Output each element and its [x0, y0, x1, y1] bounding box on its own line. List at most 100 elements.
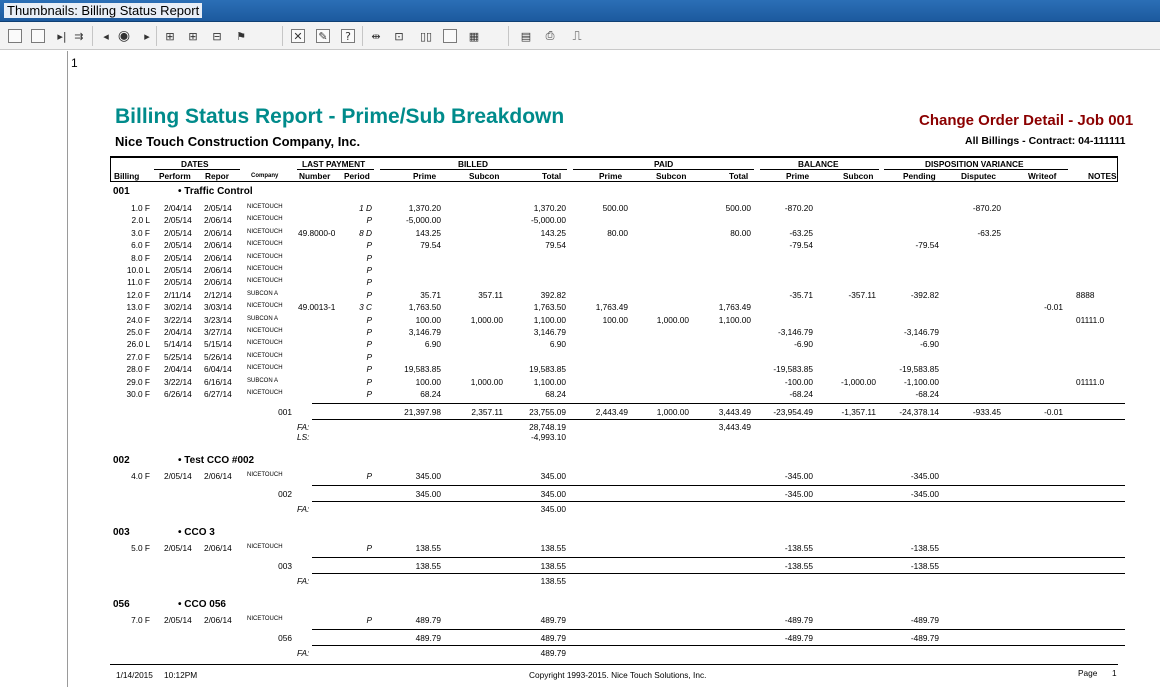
cell-rep: 5/15/14	[204, 339, 232, 349]
group-code: 056	[113, 599, 130, 610]
help-icon[interactable]: ?	[341, 29, 355, 43]
cell-bp: -5,000.00	[405, 215, 441, 225]
report-subtitle: Change Order Detail - Job 001	[919, 112, 1134, 129]
fit-page-icon[interactable]: ⊡	[389, 26, 409, 46]
print-icon[interactable]: ⎙	[540, 26, 560, 46]
cell-bill: 10.0 L	[126, 265, 150, 275]
subtotal-pend: -138.55	[910, 561, 939, 571]
edit-icon[interactable]: ✎	[316, 29, 330, 43]
group-code: 001	[113, 186, 130, 197]
subtotal-rule-top	[312, 629, 1125, 630]
cell-pend: -68.24	[915, 389, 939, 399]
close-icon[interactable]: ✕	[291, 29, 305, 43]
cell-co: NICETOUCH	[247, 472, 283, 478]
cell-co: NICETOUCH	[247, 340, 283, 346]
cell-per: P	[366, 543, 372, 553]
page-indicator: 1	[71, 56, 78, 70]
window-title: Thumbnails: Billing Status Report	[4, 3, 203, 18]
subtotal-pend: -345.00	[910, 489, 939, 499]
cell-per: P	[366, 277, 372, 287]
report-viewport[interactable]: 1 Billing Status Report - Prime/Sub Brea…	[0, 51, 1160, 687]
cell-per: P	[366, 352, 372, 362]
header-rule-bottom	[110, 181, 1118, 182]
cell-bt: 19,583.85	[529, 364, 566, 374]
cell-per: P	[366, 327, 372, 337]
print-setup-icon[interactable]: ▤	[516, 26, 536, 46]
cell-bill: 3.0 F	[131, 228, 150, 238]
cell-notes: 8888	[1076, 290, 1095, 300]
cell-bp: 79.54	[420, 240, 441, 250]
cell-bill: 29.0 F	[126, 377, 150, 387]
cell-bill: 30.0 F	[126, 389, 150, 399]
company-name: Nice Touch Construction Company, Inc.	[115, 134, 361, 149]
cell-rep: 2/05/14	[204, 203, 232, 213]
exit-icon[interactable]: ⎍	[567, 26, 587, 46]
extra-label: FA:	[297, 576, 310, 586]
extra-billed-total: 138.55	[540, 576, 566, 586]
cell-co: SUBCON A	[247, 378, 279, 384]
cell-bill: 12.0 F	[126, 290, 150, 300]
extra-billed-total: -4,993.10	[530, 432, 566, 442]
group-code: 003	[113, 527, 130, 538]
cell-bp: 1,370.20	[408, 203, 441, 213]
cell-perf: 2/04/14	[164, 327, 192, 337]
cell-bill: 7.0 F	[131, 615, 150, 625]
group-name: • Test CCO #002	[178, 455, 255, 466]
cell-perf: 3/22/14	[164, 315, 192, 325]
cell-rep: 2/06/14	[204, 471, 232, 481]
group-tree-icon[interactable]: ⊞	[160, 26, 180, 46]
cell-co: NICETOUCH	[247, 216, 283, 222]
fit-width-icon[interactable]: ⇹	[366, 26, 386, 46]
cell-balp: -345.00	[784, 471, 813, 481]
cell-co: NICETOUCH	[247, 278, 283, 284]
cell-co: SUBCON A	[247, 291, 279, 297]
col-header-paid-prime: Prime	[599, 171, 623, 181]
two-page-icon[interactable]: ▯▯	[416, 26, 436, 46]
flag-icon[interactable]: ⚑	[231, 26, 251, 46]
cell-bt: 489.79	[540, 615, 566, 625]
group-header-dates: DATES	[181, 159, 209, 169]
cell-perf: 6/26/14	[164, 389, 192, 399]
cell-balp: -3,146.79	[777, 327, 813, 337]
col-header-period: Period	[344, 171, 370, 181]
prev-icon[interactable]: ◂	[96, 26, 116, 46]
col-header-disputed: Disputec	[961, 171, 997, 181]
next-icon[interactable]: ▸	[137, 26, 157, 46]
cell-rep: 2/06/14	[204, 265, 232, 275]
extra-billed-total: 345.00	[540, 504, 566, 514]
cell-pend: -489.79	[910, 615, 939, 625]
first-page-icon[interactable]	[8, 29, 22, 43]
cell-co: NICETOUCH	[247, 353, 283, 359]
single-page-icon[interactable]	[443, 29, 457, 43]
cell-rep: 6/27/14	[204, 389, 232, 399]
eye-icon[interactable]: ◉	[114, 26, 134, 46]
cell-perf: 2/05/14	[164, 215, 192, 225]
cell-co: NICETOUCH	[247, 616, 283, 622]
export-icon[interactable]: ⇉	[69, 26, 89, 46]
cell-bill: 28.0 F	[126, 364, 150, 374]
thumbnails-icon[interactable]: ▦	[464, 26, 484, 46]
cell-perf: 2/05/14	[164, 240, 192, 250]
group-add-icon[interactable]: ⊞	[183, 26, 203, 46]
cell-per: P	[366, 339, 372, 349]
cell-rep: 3/23/14	[204, 315, 232, 325]
extra-billed-total: 28,748.19	[529, 422, 566, 432]
extra-label: FA:	[297, 422, 310, 432]
cell-per: P	[366, 389, 372, 399]
col-header-billed-prime: Prime	[413, 171, 437, 181]
group-header-paid: PAID	[654, 159, 674, 169]
cell-pend: -79.54	[915, 240, 939, 250]
cell-bt: 6.90	[549, 339, 566, 349]
window-titlebar: Thumbnails: Billing Status Report	[0, 0, 1160, 22]
col-header-billed-subcon: Subcon	[469, 171, 500, 181]
cell-perf: 2/05/14	[164, 615, 192, 625]
cell-co: NICETOUCH	[247, 266, 283, 272]
subtotal-rule-top	[312, 557, 1125, 558]
cell-rep: 2/06/14	[204, 253, 232, 263]
col-header-billed-total: Total	[542, 171, 562, 181]
group-remove-icon[interactable]: ⊟	[207, 26, 227, 46]
blank-page-icon[interactable]	[31, 29, 45, 43]
cell-bp: 143.25	[415, 228, 441, 238]
cell-bt: 3,146.79	[533, 327, 566, 337]
subtotal-rule-bottom	[312, 501, 1125, 502]
